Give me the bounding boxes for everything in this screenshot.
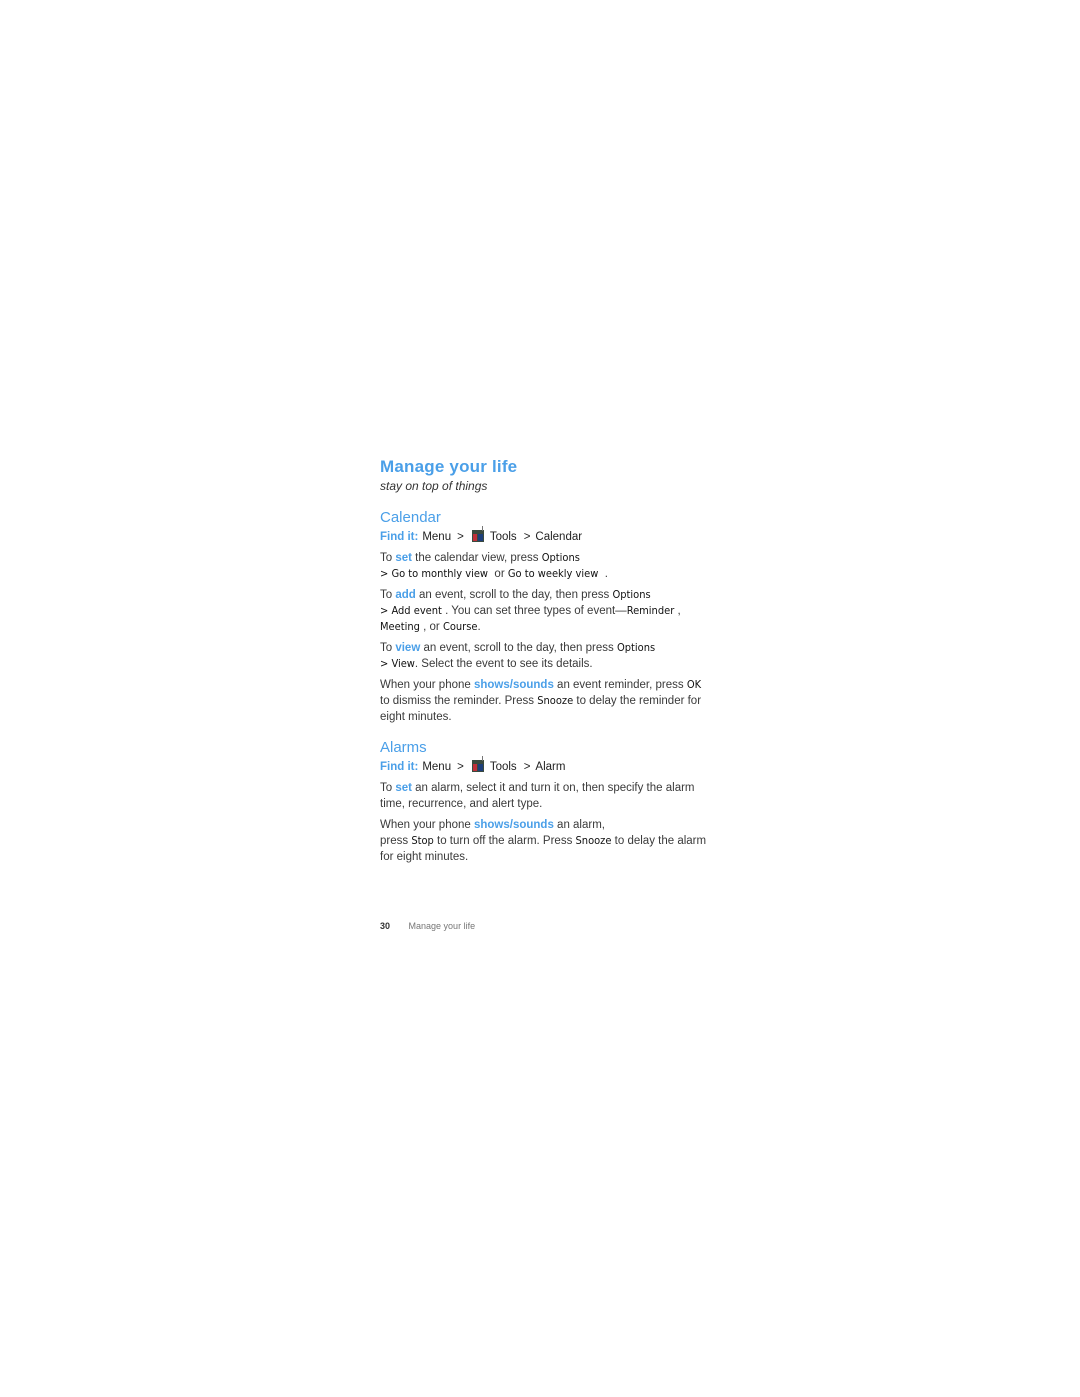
ui-options: Options: [616, 641, 656, 654]
calendar-find-it: Find it: Menu > Tools > Calendar: [380, 526, 710, 545]
ui-course: Course: [442, 620, 478, 633]
text: the calendar view, press: [411, 552, 542, 564]
keyword-shows-sounds: shows/sounds: [473, 819, 554, 831]
ui-options: Options: [541, 551, 580, 564]
keyword-view: view: [395, 642, 421, 654]
path-alarm: Alarm: [535, 761, 566, 773]
text: to dismiss the reminder. Press: [380, 695, 538, 707]
text: ,: [674, 605, 681, 617]
chapter-title: Manage your life: [380, 457, 518, 476]
calendar-set-paragraph: To set the calendar view, press Options …: [380, 550, 710, 582]
find-it-label: Find it:: [380, 761, 419, 773]
text: . You can set three types of event—: [441, 605, 627, 617]
text: to turn off the alarm. Press: [433, 835, 576, 847]
alarms-heading: Alarms: [380, 739, 427, 756]
chapter-subtitle: stay on top of things: [380, 479, 488, 493]
path-tools: Tools: [489, 531, 517, 543]
manual-page: Manage your life stay on top of things C…: [380, 456, 710, 865]
text: . Select the event to see its details.: [414, 658, 593, 670]
text: an event, scroll to the day, then press: [420, 642, 617, 654]
text: .: [477, 621, 481, 633]
footer-section-name: Manage your life: [408, 921, 476, 931]
ui-reminder: Reminder: [626, 604, 675, 617]
calendar-view-paragraph: To view an event, scroll to the day, the…: [380, 640, 710, 672]
ui-add-event: Add event: [391, 604, 442, 617]
separator: >: [380, 567, 392, 580]
ui-ok: OK: [686, 678, 702, 691]
keyword-add: add: [395, 589, 416, 601]
path-separator: >: [457, 761, 464, 773]
text: To: [380, 642, 396, 654]
separator: >: [380, 657, 392, 670]
ui-go-to-monthly-view: Go to monthly view: [391, 567, 489, 580]
find-it-label: Find it:: [380, 531, 419, 543]
ui-snooze: Snooze: [537, 694, 574, 707]
text: To: [380, 589, 396, 601]
path-calendar: Calendar: [535, 531, 583, 543]
calendar-reminder-paragraph: When your phone shows/sounds an event re…: [380, 677, 710, 725]
text: or: [488, 568, 508, 580]
text: When your phone: [380, 819, 474, 831]
ui-view: View: [391, 657, 415, 670]
keyword-shows-sounds: shows/sounds: [473, 679, 554, 691]
text: an event reminder, press: [553, 679, 687, 691]
page-number: 30: [380, 921, 391, 931]
text: To: [380, 782, 396, 794]
text: press: [380, 835, 412, 847]
alarms-find-it: Find it: Menu > Tools > Alarm: [380, 756, 710, 775]
text: an alarm,: [553, 819, 605, 831]
calendar-section: Calendar Find it: Menu > Tools > Calenda…: [380, 508, 710, 725]
ui-meeting: Meeting: [380, 620, 420, 633]
page-footer: 30 Manage your life: [380, 921, 475, 931]
keyword-set: set: [395, 782, 412, 794]
ui-snooze: Snooze: [575, 834, 612, 847]
alarms-set-paragraph: To set an alarm, select it and turn it o…: [380, 780, 710, 812]
path-separator: >: [457, 531, 464, 543]
text: To: [380, 552, 396, 564]
path-menu: Menu: [422, 531, 452, 543]
ui-stop: Stop: [411, 834, 434, 847]
text: .: [598, 568, 608, 580]
text: an alarm, select it and turn it on, then…: [380, 782, 695, 810]
text: an event, scroll to the day, then press: [415, 589, 613, 601]
keyword-set: set: [395, 552, 412, 564]
text: When your phone: [380, 679, 474, 691]
path-tools: Tools: [489, 761, 517, 773]
ui-go-to-weekly-view: Go to weekly view: [507, 567, 599, 580]
calendar-add-paragraph: To add an event, scroll to the day, then…: [380, 587, 710, 635]
text: , or: [419, 621, 443, 633]
path-separator: >: [523, 761, 531, 773]
calendar-heading: Calendar: [380, 509, 441, 526]
tools-icon: [471, 526, 484, 542]
path-separator: >: [523, 531, 531, 543]
separator: >: [380, 604, 392, 617]
ui-options: Options: [612, 588, 651, 601]
path-menu: Menu: [422, 761, 452, 773]
tools-icon: [471, 756, 484, 772]
alarms-section: Alarms Find it: Menu > Tools > Alarm To …: [380, 738, 710, 865]
alarms-sound-paragraph: When your phone shows/sounds an alarm, p…: [380, 817, 710, 865]
